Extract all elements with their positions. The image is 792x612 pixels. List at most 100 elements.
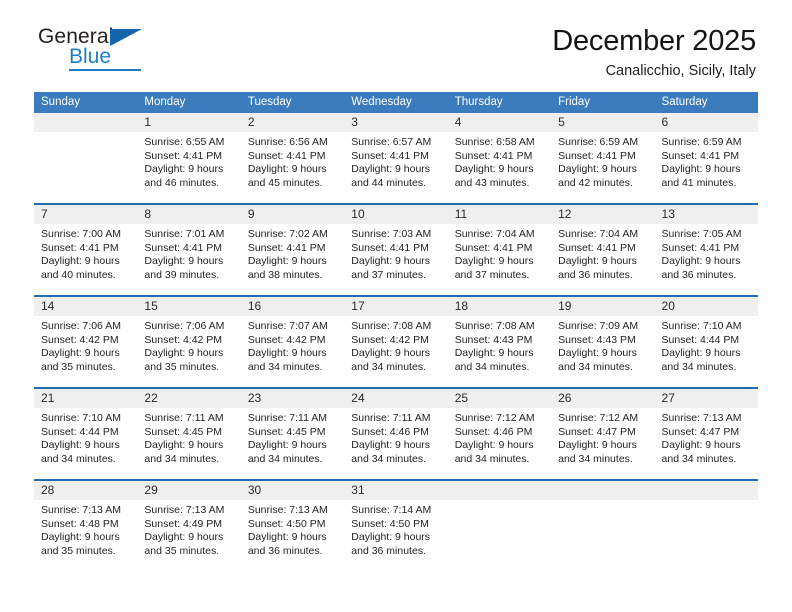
sunrise-text: Sunrise: 7:10 AM: [41, 412, 121, 424]
day-number[interactable]: 2: [241, 113, 344, 132]
day-cell[interactable]: Sunrise: 7:13 AM Sunset: 4:50 PM Daylight:…: [241, 500, 344, 571]
day-number[interactable]: 15: [137, 297, 240, 316]
general-blue-logo[interactable]: General Blue: [36, 26, 216, 78]
sunset-text: Sunset: 4:41 PM: [351, 149, 429, 162]
day-number[interactable]: 20: [655, 297, 758, 316]
day-cell[interactable]: Sunrise: 6:57 AM Sunset: 4:41 PM Daylight:…: [344, 132, 447, 203]
day-cell[interactable]: Sunrise: 7:10 AM Sunset: 4:44 PM Daylight:…: [655, 316, 758, 387]
sunset-text: Sunset: 4:47 PM: [558, 425, 636, 438]
day-number[interactable]: 4: [448, 113, 551, 132]
day-number[interactable]: 28: [34, 481, 137, 500]
day-number[interactable]: 26: [551, 389, 654, 408]
day-number[interactable]: 24: [344, 389, 447, 408]
weekday-header-tuesday: Tuesday: [247, 96, 292, 108]
day-number[interactable]: 30: [241, 481, 344, 500]
day-number[interactable]: 23: [241, 389, 344, 408]
daylight-text: Daylight: 9 hours: [41, 347, 120, 360]
day-number[interactable]: 25: [448, 389, 551, 408]
daylight-minutes-text: and 36 minutes.: [247, 544, 323, 557]
day-cell[interactable]: Sunrise: 7:04 AM Sunset: 4:41 PM Daylight:…: [448, 224, 551, 295]
day-number[interactable]: 10: [344, 205, 447, 224]
day-number[interactable]: 14: [34, 297, 137, 316]
day-cell-empty: [34, 132, 137, 203]
calendar-week-row: 1 2 3 4 5 6 Sunrise: 6:55 AM Sunset: 4:41 PM Day…: [34, 113, 758, 203]
daylight-text: Daylight: 9 hours: [144, 347, 224, 360]
sunrise-text: Sunrise: 7:11 AM: [247, 412, 328, 424]
day-cell[interactable]: Sunrise: 7:05 AM Sunset: 4:41 PM Daylight:…: [655, 224, 758, 295]
day-cell[interactable]: Sunrise: 7:01 AM Sunset: 4:41 PM Daylight:…: [137, 224, 240, 295]
day-cell[interactable]: Sunrise: 7:02 AM Sunset: 4:41 PM Daylight:…: [241, 224, 344, 295]
weekday-header-wednesday: Wednesday: [351, 96, 412, 108]
daylight-minutes-text: and 35 minutes.: [41, 544, 116, 557]
day-number-empty: [34, 113, 137, 132]
day-number[interactable]: 16: [241, 297, 344, 316]
week-daynumber-band: 28 29 30 31: [34, 481, 758, 500]
daylight-minutes-text: and 34 minutes.: [454, 360, 530, 373]
daylight-text: Daylight: 9 hours: [454, 255, 534, 268]
day-number[interactable]: 11: [448, 205, 551, 224]
day-cell[interactable]: Sunrise: 7:10 AM Sunset: 4:44 PM Daylight:…: [34, 408, 137, 479]
day-cell[interactable]: Sunrise: 7:11 AM Sunset: 4:45 PM Daylight:…: [241, 408, 344, 479]
sunrise-text: Sunrise: 7:13 AM: [247, 504, 328, 516]
daylight-minutes-text: and 35 minutes.: [144, 544, 220, 557]
day-number[interactable]: 19: [551, 297, 654, 316]
day-cell[interactable]: Sunrise: 7:13 AM Sunset: 4:48 PM Daylight:…: [34, 500, 137, 571]
day-cell[interactable]: Sunrise: 7:08 AM Sunset: 4:43 PM Daylight:…: [448, 316, 551, 387]
day-cell[interactable]: Sunrise: 7:11 AM Sunset: 4:45 PM Daylight:…: [137, 408, 240, 479]
daylight-text: Daylight: 9 hours: [247, 255, 327, 268]
day-number[interactable]: 3: [344, 113, 447, 132]
day-cell[interactable]: Sunrise: 7:08 AM Sunset: 4:42 PM Daylight:…: [344, 316, 447, 387]
day-number[interactable]: 9: [241, 205, 344, 224]
daylight-text: Daylight: 9 hours: [247, 163, 327, 176]
sunset-text: Sunset: 4:41 PM: [558, 149, 636, 162]
day-cell[interactable]: Sunrise: 7:00 AM Sunset: 4:41 PM Daylight:…: [34, 224, 137, 295]
sunrise-text: Sunrise: 7:10 AM: [661, 320, 742, 332]
day-number[interactable]: 12: [551, 205, 654, 224]
daylight-minutes-text: and 34 minutes.: [558, 360, 633, 373]
day-cell[interactable]: Sunrise: 6:59 AM Sunset: 4:41 PM Daylight:…: [551, 132, 654, 203]
day-cell[interactable]: Sunrise: 7:13 AM Sunset: 4:47 PM Daylight:…: [655, 408, 758, 479]
sunset-text: Sunset: 4:46 PM: [454, 425, 533, 438]
sunset-text: Sunset: 4:41 PM: [144, 241, 223, 254]
sunrise-text: Sunrise: 6:57 AM: [351, 136, 432, 148]
day-cell[interactable]: Sunrise: 7:07 AM Sunset: 4:42 PM Daylight:…: [241, 316, 344, 387]
daylight-minutes-text: and 34 minutes.: [144, 452, 220, 465]
sunrise-text: Sunrise: 7:04 AM: [454, 228, 535, 240]
day-cell[interactable]: Sunrise: 6:55 AM Sunset: 4:41 PM Daylight:…: [137, 132, 240, 203]
day-cell[interactable]: Sunrise: 7:12 AM Sunset: 4:46 PM Daylight:…: [448, 408, 551, 479]
day-cell[interactable]: Sunrise: 7:13 AM Sunset: 4:49 PM Daylight:…: [137, 500, 240, 571]
day-number[interactable]: 29: [137, 481, 240, 500]
day-number[interactable]: 5: [551, 113, 654, 132]
day-cell[interactable]: Sunrise: 7:06 AM Sunset: 4:42 PM Daylight:…: [137, 316, 240, 387]
day-cell[interactable]: Sunrise: 7:06 AM Sunset: 4:42 PM Daylight:…: [34, 316, 137, 387]
day-cell[interactable]: Sunrise: 6:58 AM Sunset: 4:41 PM Daylight:…: [448, 132, 551, 203]
day-number[interactable]: 1: [137, 113, 240, 132]
day-cell[interactable]: Sunrise: 7:04 AM Sunset: 4:41 PM Daylight:…: [551, 224, 654, 295]
day-number[interactable]: 31: [344, 481, 447, 500]
day-number[interactable]: 18: [448, 297, 551, 316]
sunset-text: Sunset: 4:45 PM: [247, 425, 326, 438]
day-number[interactable]: 6: [655, 113, 758, 132]
daylight-minutes-text: and 34 minutes.: [454, 452, 530, 465]
day-cell[interactable]: Sunrise: 6:56 AM Sunset: 4:41 PM Daylight:…: [241, 132, 344, 203]
day-number[interactable]: 13: [655, 205, 758, 224]
day-number[interactable]: 7: [34, 205, 137, 224]
day-number[interactable]: 22: [137, 389, 240, 408]
day-number[interactable]: 17: [344, 297, 447, 316]
day-cell[interactable]: Sunrise: 7:11 AM Sunset: 4:46 PM Daylight:…: [344, 408, 447, 479]
day-number[interactable]: 21: [34, 389, 137, 408]
sunrise-text: Sunrise: 7:14 AM: [351, 504, 432, 516]
daylight-text: Daylight: 9 hours: [454, 439, 534, 452]
sunrise-text: Sunrise: 7:06 AM: [144, 320, 225, 332]
daylight-text: Daylight: 9 hours: [41, 439, 120, 452]
day-cell[interactable]: Sunrise: 7:12 AM Sunset: 4:47 PM Daylight:…: [551, 408, 654, 479]
day-cell-empty: [551, 500, 654, 571]
day-cell[interactable]: Sunrise: 7:09 AM Sunset: 4:43 PM Daylight:…: [551, 316, 654, 387]
day-cell[interactable]: Sunrise: 6:59 AM Sunset: 4:41 PM Daylight:…: [655, 132, 758, 203]
day-cell[interactable]: Sunrise: 7:14 AM Sunset: 4:50 PM Daylight:…: [344, 500, 447, 571]
day-number[interactable]: 27: [655, 389, 758, 408]
day-number-empty: [448, 481, 551, 500]
day-cell[interactable]: Sunrise: 7:03 AM Sunset: 4:41 PM Daylight:…: [344, 224, 447, 295]
day-number-empty: [655, 481, 758, 500]
day-number[interactable]: 8: [137, 205, 240, 224]
